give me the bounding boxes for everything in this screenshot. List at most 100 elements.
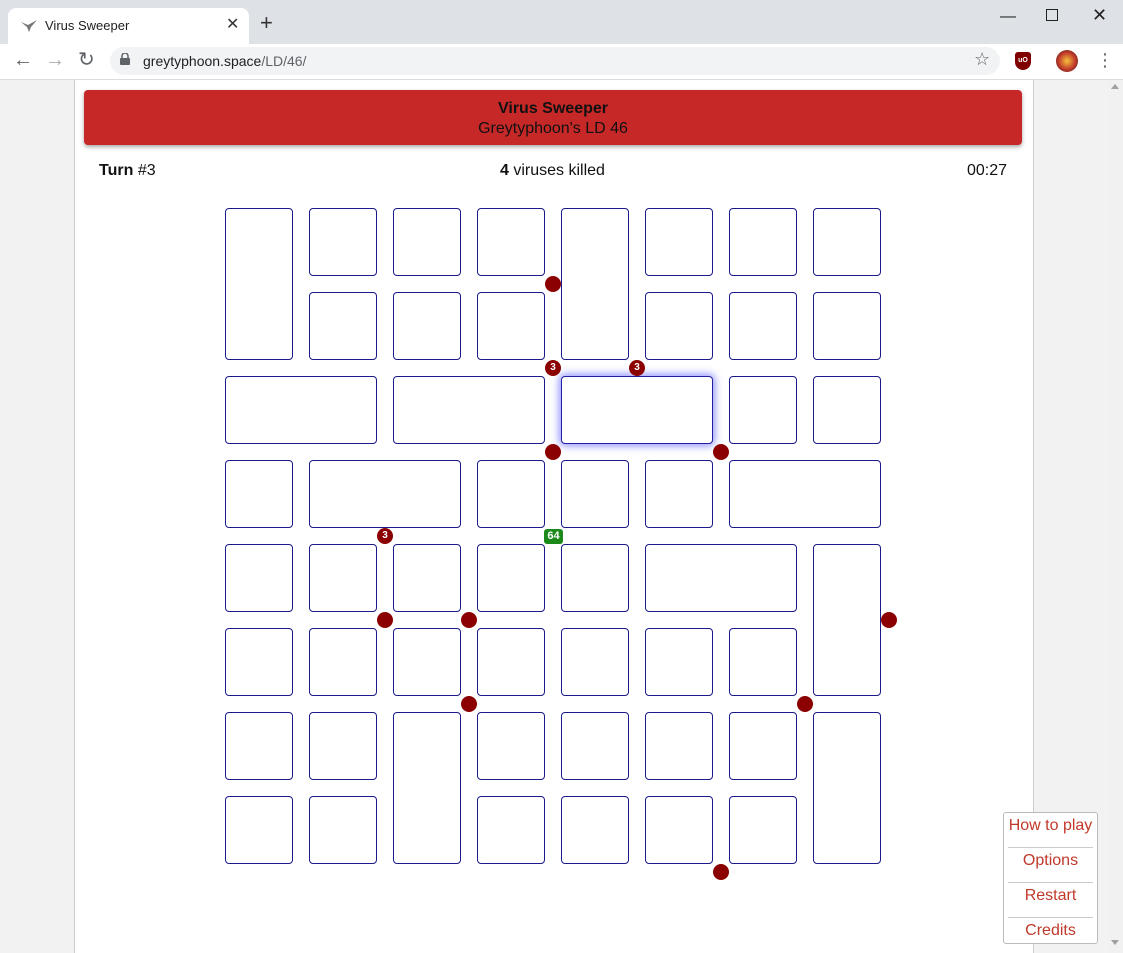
board-cell[interactable] xyxy=(393,712,461,864)
board-cell[interactable] xyxy=(477,796,545,864)
board-cell[interactable] xyxy=(309,208,377,276)
board-cell[interactable] xyxy=(561,460,629,528)
killed-label: viruses killed xyxy=(513,162,605,179)
turn-value: #3 xyxy=(137,162,156,179)
board-cell[interactable] xyxy=(477,292,545,360)
board-cell[interactable] xyxy=(477,712,545,780)
virus-dot[interactable] xyxy=(461,696,477,712)
board-cell[interactable] xyxy=(309,628,377,696)
board-cell[interactable] xyxy=(729,712,797,780)
virus-counter[interactable]: 3 xyxy=(377,528,393,544)
scroll-down-icon[interactable] xyxy=(1111,940,1119,945)
board-cell[interactable] xyxy=(393,208,461,276)
forward-arrow-icon[interactable]: → xyxy=(45,49,65,71)
virus-dot[interactable] xyxy=(545,444,561,460)
credits-button[interactable]: Credits xyxy=(1008,918,1093,953)
board-cell[interactable] xyxy=(477,460,545,528)
board-cell[interactable] xyxy=(225,796,293,864)
board-cell[interactable] xyxy=(729,376,797,444)
board-cell[interactable] xyxy=(477,628,545,696)
board-cell[interactable] xyxy=(645,544,797,612)
board-cell[interactable] xyxy=(645,628,713,696)
reload-icon[interactable]: ↻ xyxy=(78,49,95,71)
browser-toolbar: ← → ↻ greytyphoon.space/LD/46/ ☆ uO ⋮ xyxy=(0,44,1123,80)
game-menu: How to play Options Restart Credits xyxy=(1003,812,1098,944)
board-cell[interactable] xyxy=(393,292,461,360)
board-cell[interactable] xyxy=(561,208,629,360)
profile-avatar[interactable] xyxy=(1056,50,1078,72)
restart-button[interactable]: Restart xyxy=(1008,883,1093,918)
board-cell[interactable] xyxy=(645,208,713,276)
board-cell[interactable] xyxy=(393,544,461,612)
board-cell[interactable] xyxy=(561,796,629,864)
board-cell[interactable] xyxy=(561,712,629,780)
board-cell[interactable] xyxy=(309,712,377,780)
board-cell[interactable] xyxy=(225,628,293,696)
plus-icon[interactable]: + xyxy=(260,12,273,34)
board-cell[interactable] xyxy=(813,544,881,696)
board-cell[interactable] xyxy=(561,544,629,612)
board-cell[interactable] xyxy=(309,292,377,360)
virus-counter[interactable]: 3 xyxy=(545,360,561,376)
url-host: greytyphoon.space xyxy=(143,53,262,69)
board-cell[interactable] xyxy=(225,544,293,612)
virus-dot[interactable] xyxy=(881,612,897,628)
options-button[interactable]: Options xyxy=(1008,848,1093,883)
how-to-play-button[interactable]: How to play xyxy=(1008,813,1093,848)
close-tab-icon[interactable]: ✕ xyxy=(226,14,239,34)
back-arrow-icon[interactable]: ← xyxy=(13,49,33,71)
board-cell[interactable] xyxy=(729,292,797,360)
board-cell[interactable] xyxy=(477,544,545,612)
tab-bar: Virus Sweeper ✕ + — ✕ xyxy=(0,0,1123,44)
turn-label: Turn xyxy=(99,162,134,179)
board-cell[interactable] xyxy=(561,628,629,696)
virus-dot[interactable] xyxy=(545,276,561,292)
board-cell[interactable] xyxy=(645,460,713,528)
board-cell[interactable] xyxy=(225,460,293,528)
selected-board-cell[interactable] xyxy=(561,376,713,444)
board-cell[interactable] xyxy=(477,208,545,276)
tab-title: Virus Sweeper xyxy=(45,18,130,33)
board-cell[interactable] xyxy=(645,292,713,360)
board-cell[interactable] xyxy=(309,460,461,528)
game-title: Virus Sweeper xyxy=(498,100,608,117)
killed-count: 4 xyxy=(500,162,509,179)
board-cell[interactable] xyxy=(729,460,881,528)
score-badge: 64 xyxy=(544,529,563,544)
board-cell[interactable] xyxy=(813,208,881,276)
bookmark-star-icon[interactable]: ☆ xyxy=(974,49,990,70)
game-header: Virus Sweeper Greytyphoon's LD 46 xyxy=(84,90,1022,145)
turn-counter: Turn #3 xyxy=(99,162,156,180)
scrollbar[interactable] xyxy=(1108,80,1123,953)
ublock-extension-icon[interactable]: uO xyxy=(1015,52,1031,70)
virus-dot[interactable] xyxy=(713,444,729,460)
board-cell[interactable] xyxy=(813,712,881,864)
close-window-icon[interactable]: ✕ xyxy=(1092,5,1107,26)
board-cell[interactable] xyxy=(729,796,797,864)
board-cell[interactable] xyxy=(309,544,377,612)
board-cell[interactable] xyxy=(225,712,293,780)
board-cell[interactable] xyxy=(645,796,713,864)
board-cell[interactable] xyxy=(813,376,881,444)
scroll-up-icon[interactable] xyxy=(1111,84,1119,89)
address-bar[interactable]: greytyphoon.space/LD/46/ ☆ xyxy=(110,47,1000,75)
virus-dot[interactable] xyxy=(377,612,393,628)
board-cell[interactable] xyxy=(309,796,377,864)
board-cell[interactable] xyxy=(393,376,545,444)
board-cell[interactable] xyxy=(729,208,797,276)
virus-dot[interactable] xyxy=(797,696,813,712)
board-cell[interactable] xyxy=(813,292,881,360)
virus-counter[interactable]: 3 xyxy=(629,360,645,376)
game-subtitle: Greytyphoon's LD 46 xyxy=(478,120,628,137)
board-cell[interactable] xyxy=(225,376,377,444)
board-cell[interactable] xyxy=(225,208,293,360)
board-cell[interactable] xyxy=(645,712,713,780)
virus-dot[interactable] xyxy=(713,864,729,880)
kebab-menu-icon[interactable]: ⋮ xyxy=(1096,50,1114,71)
minimize-icon[interactable]: — xyxy=(1000,8,1016,26)
board-cell[interactable] xyxy=(393,628,461,696)
virus-dot[interactable] xyxy=(461,612,477,628)
browser-tab[interactable]: Virus Sweeper ✕ xyxy=(8,8,249,44)
board-cell[interactable] xyxy=(729,628,797,696)
maximize-icon[interactable] xyxy=(1046,9,1058,21)
